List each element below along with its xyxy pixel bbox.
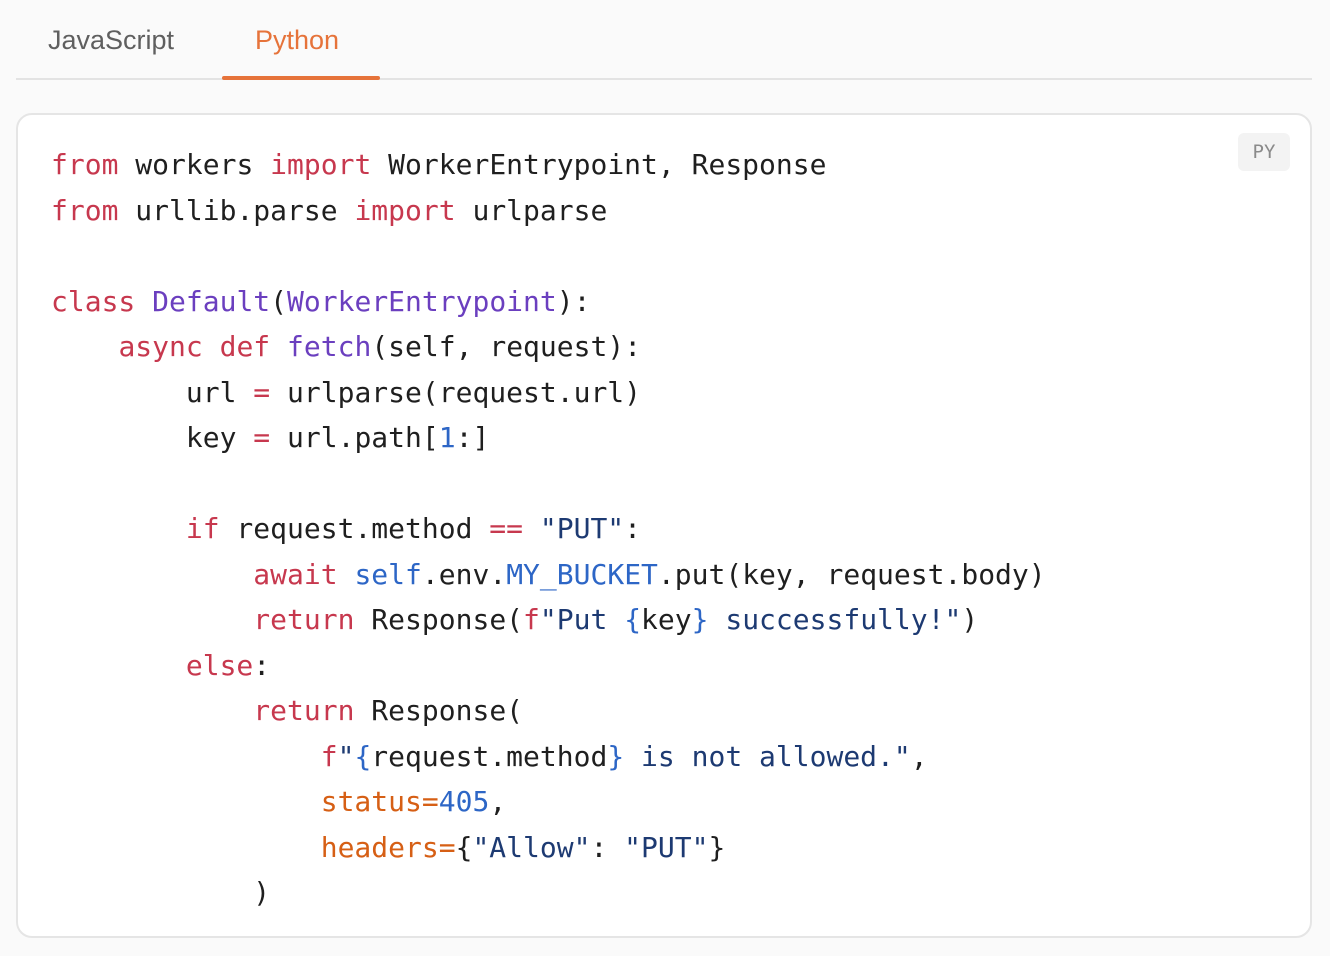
code-line: f"{request.method} is not allowed.", [320, 739, 928, 773]
code-content[interactable]: from workers import WorkerEntrypoint, Re… [51, 142, 1046, 916]
language-tabs: JavaScript Python [16, 0, 1312, 80]
code-line: ) [51, 876, 271, 909]
code-line: from urllib.parse import urlparse [51, 193, 608, 227]
code-line: await self.env.MY_BUCKET.put(key, reques… [253, 557, 1046, 591]
tab-javascript[interactable]: JavaScript [48, 22, 174, 58]
code-line: ​ [51, 461, 1046, 507]
tab-python[interactable]: Python [255, 22, 339, 58]
language-badge: PY [1238, 133, 1290, 171]
code-line: return Response(f"Put {key} successfully… [253, 603, 979, 636]
code-line: async def fetch(self, request): [118, 330, 642, 363]
code-line: if request.method == "PUT": [185, 512, 642, 545]
code-block: PY from workers import WorkerEntrypoint,… [16, 113, 1312, 938]
code-line: return Response( [253, 694, 524, 727]
code-line: headers={"Allow": "PUT"} [320, 830, 726, 864]
active-tab-indicator [222, 76, 380, 80]
code-line: from workers import WorkerEntrypoint, Re… [51, 148, 827, 181]
code-line: else: [185, 648, 271, 682]
code-line: ​ [51, 233, 1046, 279]
code-line: url = urlparse(request.url) [51, 375, 642, 409]
code-line: class Default(WorkerEntrypoint): [51, 284, 591, 318]
code-line: key = url.path[1:] [51, 421, 490, 454]
code-line: status=405, [320, 785, 507, 818]
